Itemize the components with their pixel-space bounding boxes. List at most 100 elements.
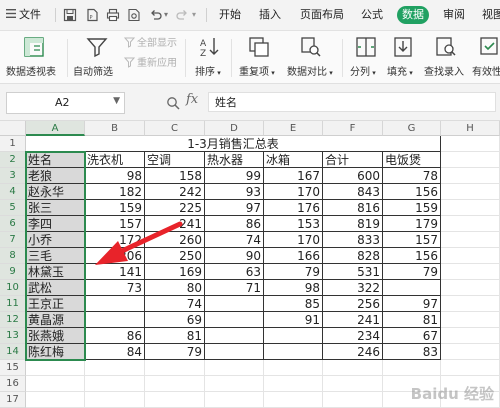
column-header-g[interactable]: G bbox=[383, 121, 441, 136]
cell-g3[interactable]: 78 bbox=[383, 168, 441, 184]
tab-review[interactable]: 审阅 bbox=[443, 0, 465, 30]
row-header-10[interactable]: 10 bbox=[0, 280, 26, 296]
insert-function-button[interactable]: fx bbox=[186, 92, 198, 107]
cell-d2[interactable]: 热水器 bbox=[205, 152, 264, 168]
cell-e2[interactable]: 冰箱 bbox=[264, 152, 323, 168]
cell-f6[interactable]: 819 bbox=[323, 216, 383, 232]
cell-f17[interactable] bbox=[323, 392, 383, 408]
row-header-1[interactable]: 1 bbox=[0, 136, 26, 152]
column-header-e[interactable]: E bbox=[264, 121, 323, 136]
name-box[interactable]: A2 ▼ bbox=[6, 92, 125, 114]
cell-d10[interactable]: 71 bbox=[205, 280, 264, 296]
cell-d4[interactable]: 93 bbox=[205, 184, 264, 200]
cell-g14[interactable]: 83 bbox=[383, 344, 441, 360]
cell-f16[interactable] bbox=[323, 376, 383, 392]
cell-c9[interactable]: 169 bbox=[145, 264, 205, 280]
chevron-down-icon[interactable]: ▼ bbox=[113, 96, 120, 106]
row-header-3[interactable]: 3 bbox=[0, 168, 26, 184]
cell-e13[interactable] bbox=[264, 328, 323, 344]
cell-a3[interactable]: 老狼 bbox=[26, 168, 85, 184]
cell-g12[interactable]: 81 bbox=[383, 312, 441, 328]
cell-d17[interactable] bbox=[205, 392, 264, 408]
column-header-f[interactable]: F bbox=[323, 121, 383, 136]
cell-h15[interactable] bbox=[441, 360, 500, 376]
row-header-4[interactable]: 4 bbox=[0, 184, 26, 200]
cell-a8[interactable]: 三毛 bbox=[26, 248, 85, 264]
cell-e14[interactable] bbox=[264, 344, 323, 360]
tab-insert[interactable]: 插入 bbox=[259, 0, 281, 30]
cell-b15[interactable] bbox=[85, 360, 145, 376]
cell-b13[interactable]: 86 bbox=[85, 328, 145, 344]
row-header-15[interactable]: 15 bbox=[0, 360, 26, 376]
cell-h6[interactable] bbox=[441, 216, 500, 232]
cell-c10[interactable]: 80 bbox=[145, 280, 205, 296]
cell-d6[interactable]: 86 bbox=[205, 216, 264, 232]
row-header-9[interactable]: 9 bbox=[0, 264, 26, 280]
cell-c8[interactable]: 250 bbox=[145, 248, 205, 264]
row-header-8[interactable]: 8 bbox=[0, 248, 26, 264]
cell-d9[interactable]: 63 bbox=[205, 264, 264, 280]
cell-d15[interactable] bbox=[205, 360, 264, 376]
redo-icon[interactable] bbox=[175, 8, 189, 22]
cell-d13[interactable] bbox=[205, 328, 264, 344]
tab-formulas[interactable]: 公式 bbox=[361, 0, 383, 30]
cell-e15[interactable] bbox=[264, 360, 323, 376]
cell-h11[interactable] bbox=[441, 296, 500, 312]
cell-d16[interactable] bbox=[205, 376, 264, 392]
pivot-table-button[interactable]: 数据透视表 bbox=[6, 34, 62, 82]
data-compare-button[interactable]: 数据对比 ▾ bbox=[285, 34, 337, 82]
cell-h5[interactable] bbox=[441, 200, 500, 216]
cell-b7[interactable]: 172 bbox=[85, 232, 145, 248]
tab-page-layout[interactable]: 页面布局 bbox=[300, 0, 344, 30]
cell-g2[interactable]: 电饭煲 bbox=[383, 152, 441, 168]
cell-f3[interactable]: 600 bbox=[323, 168, 383, 184]
cell-c6[interactable]: 241 bbox=[145, 216, 205, 232]
cell-h14[interactable] bbox=[441, 344, 500, 360]
cell-d8[interactable]: 90 bbox=[205, 248, 264, 264]
cell-b9[interactable]: 141 bbox=[85, 264, 145, 280]
cell-e16[interactable] bbox=[264, 376, 323, 392]
duplicates-button[interactable]: 重复项 ▾ bbox=[237, 34, 281, 82]
cell-c5[interactable]: 225 bbox=[145, 200, 205, 216]
cell-c7[interactable]: 260 bbox=[145, 232, 205, 248]
cell-d5[interactable]: 97 bbox=[205, 200, 264, 216]
cell-d7[interactable]: 74 bbox=[205, 232, 264, 248]
cell-h2[interactable] bbox=[441, 152, 500, 168]
cell-b6[interactable]: 157 bbox=[85, 216, 145, 232]
cell-e10[interactable]: 98 bbox=[264, 280, 323, 296]
sort-button[interactable]: AZ 排序 ▾ bbox=[192, 34, 226, 82]
cell-a15[interactable] bbox=[26, 360, 85, 376]
cell-c3[interactable]: 158 bbox=[145, 168, 205, 184]
save-icon[interactable] bbox=[63, 8, 77, 22]
cell-c11[interactable]: 74 bbox=[145, 296, 205, 312]
undo-icon[interactable] bbox=[149, 8, 163, 22]
cell-f14[interactable]: 246 bbox=[323, 344, 383, 360]
cell-g9[interactable]: 79 bbox=[383, 264, 441, 280]
row-header-13[interactable]: 13 bbox=[0, 328, 26, 344]
cell-h10[interactable] bbox=[441, 280, 500, 296]
cell-a4[interactable]: 赵永华 bbox=[26, 184, 85, 200]
cell-g7[interactable]: 157 bbox=[383, 232, 441, 248]
cell-f7[interactable]: 833 bbox=[323, 232, 383, 248]
cell-a11[interactable]: 王京正 bbox=[26, 296, 85, 312]
column-header-b[interactable]: B bbox=[85, 121, 145, 136]
cell-b14[interactable]: 84 bbox=[85, 344, 145, 360]
cell-a7[interactable]: 小乔 bbox=[26, 232, 85, 248]
row-header-11[interactable]: 11 bbox=[0, 296, 26, 312]
autofilter-button[interactable]: 自动筛选 bbox=[73, 34, 121, 82]
row-header-5[interactable]: 5 bbox=[0, 200, 26, 216]
cell-e8[interactable]: 166 bbox=[264, 248, 323, 264]
cell-g11[interactable]: 97 bbox=[383, 296, 441, 312]
cell-b12[interactable] bbox=[85, 312, 145, 328]
cell-a2[interactable]: 姓名 bbox=[26, 152, 85, 168]
show-all-button[interactable]: 全部显示 bbox=[123, 37, 177, 51]
cell-c15[interactable] bbox=[145, 360, 205, 376]
cell-g5[interactable]: 159 bbox=[383, 200, 441, 216]
cell-e12[interactable]: 91 bbox=[264, 312, 323, 328]
cell-b17[interactable] bbox=[85, 392, 145, 408]
column-header-a[interactable]: A bbox=[26, 121, 85, 136]
cell-h7[interactable] bbox=[441, 232, 500, 248]
lookup-entry-button[interactable]: 查找录入 bbox=[424, 34, 468, 82]
print-preview-icon[interactable] bbox=[127, 8, 141, 22]
cell-f15[interactable] bbox=[323, 360, 383, 376]
